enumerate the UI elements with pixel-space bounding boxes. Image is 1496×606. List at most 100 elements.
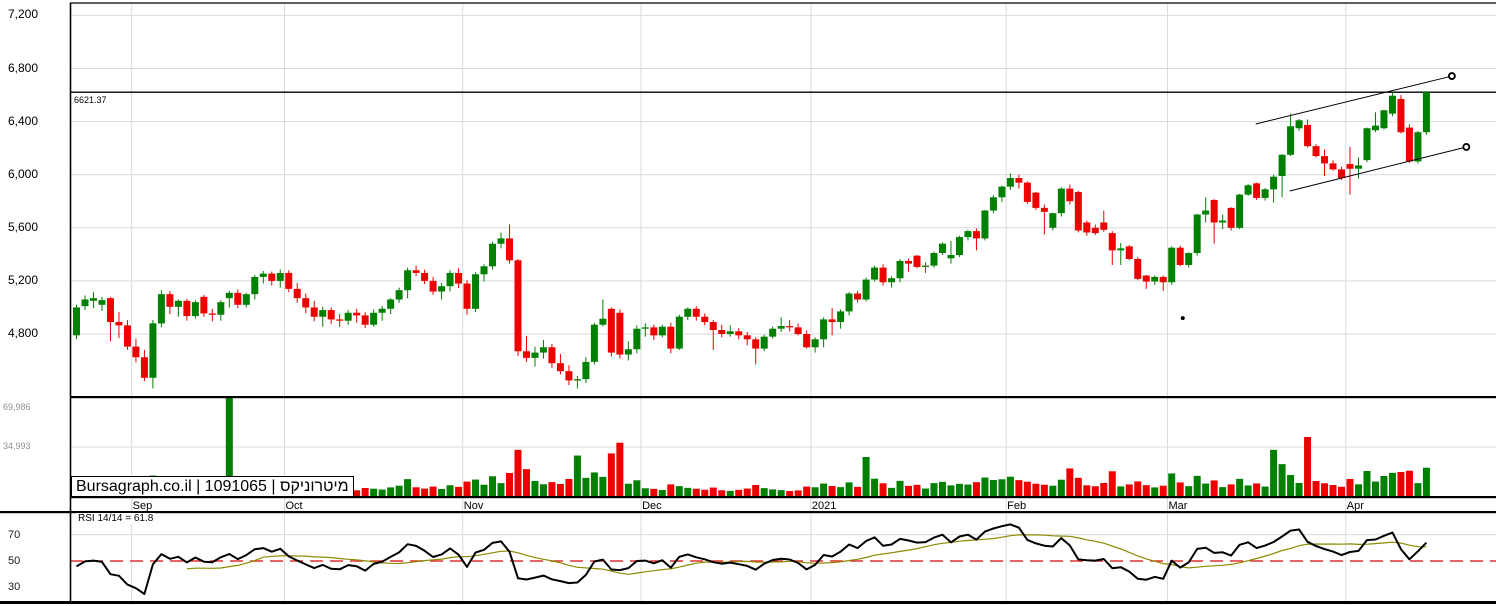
month-label: Mar: [1168, 500, 1188, 512]
candle-body: [489, 243, 497, 267]
volume-bar: [1244, 485, 1252, 497]
volume-bar: [1261, 486, 1269, 497]
volume-bar: [505, 472, 513, 497]
candle-body: [565, 371, 573, 381]
price-tick-label: 4,800: [8, 326, 39, 340]
candle-body: [573, 379, 581, 381]
candle-body: [845, 293, 853, 312]
candle-body: [684, 308, 692, 317]
candle-body: [1261, 189, 1269, 198]
volume-bar: [599, 476, 607, 497]
candle-body: [675, 316, 683, 349]
candle-body: [234, 292, 242, 305]
candle-body: [803, 334, 811, 348]
volume-bar: [879, 483, 887, 497]
candle-body: [735, 331, 743, 336]
volume-bar: [871, 478, 879, 497]
rsi-tick-label: 70: [8, 528, 21, 541]
candle-body: [361, 315, 369, 325]
volume-bar: [896, 480, 904, 497]
candle-body: [149, 323, 157, 378]
volume-bar: [1142, 485, 1150, 497]
candle-body: [505, 238, 513, 261]
last-price-label: 6621.37: [73, 95, 108, 105]
candle-body: [1066, 188, 1074, 202]
candle-body: [1049, 213, 1057, 228]
candle-body: [1253, 183, 1261, 198]
candle-body: [455, 272, 463, 284]
volume-bar: [1049, 485, 1057, 497]
candle-body: [1023, 182, 1031, 202]
volume-bar: [1295, 482, 1303, 497]
volume-bar: [955, 483, 963, 497]
candle-body: [1125, 246, 1133, 259]
volume-bar: [1346, 478, 1354, 497]
volume-bar: [1278, 464, 1286, 497]
trend-channel-upper-endpoint-marker: [1447, 72, 1456, 80]
candle-body: [132, 346, 140, 358]
candle-body: [421, 272, 429, 281]
candle-body: [888, 278, 896, 283]
candle-body: [1151, 276, 1159, 282]
volume-bar: [556, 483, 564, 497]
candle-body: [1346, 164, 1354, 169]
candle-body: [395, 290, 403, 300]
month-label: Apr: [1346, 500, 1364, 512]
month-label: 2021: [811, 500, 837, 512]
candle-body: [378, 308, 386, 313]
candle-body: [1397, 99, 1405, 133]
candle-body: [1295, 120, 1303, 129]
candle-body: [1202, 210, 1210, 215]
volume-bar: [913, 484, 921, 497]
stock-chart-page: 7,200 6,800 6,400 6,000 5,600 5,200 4,800 69,9…: [0, 0, 1496, 606]
volume-bar: [1074, 477, 1082, 497]
candle-body: [972, 231, 980, 239]
candle-body: [200, 296, 208, 314]
candle-body: [658, 326, 666, 336]
price-tick-label: 5,600: [8, 219, 39, 234]
volume-bar: [752, 484, 760, 497]
volume-bar: [1023, 481, 1031, 497]
price-tick-label: 7,200: [8, 7, 39, 22]
volume-bar: [718, 490, 726, 497]
trend-channel-upper: [1255, 75, 1452, 125]
candles-layer: [73, 91, 1430, 389]
volume-bar: [607, 453, 615, 497]
volume-bar: [1083, 485, 1091, 497]
candle-body: [514, 260, 522, 352]
volume-bar: [1006, 476, 1014, 497]
volume-bar: [1168, 473, 1176, 497]
candle-body: [327, 310, 335, 320]
candle-body: [1219, 220, 1227, 223]
volume-bar: [395, 485, 403, 497]
candle-body: [344, 312, 352, 321]
candle-body: [871, 267, 879, 280]
volume-bar: [675, 486, 683, 497]
candle-body: [913, 255, 921, 267]
candle-body: [1006, 178, 1014, 187]
candle-body: [752, 339, 760, 349]
volume-bar: [412, 487, 420, 497]
candle-body: [1134, 258, 1142, 279]
candle-body: [1321, 156, 1329, 164]
month-label: Dec: [642, 500, 662, 512]
volume-bar: [1219, 487, 1227, 497]
candle-body: [302, 298, 310, 308]
volume-bar: [1312, 480, 1320, 497]
candle-body: [667, 326, 675, 349]
candle-body: [472, 274, 480, 309]
volume-bar: [1287, 474, 1295, 497]
candle-body: [692, 308, 700, 317]
volume-bar: [446, 485, 454, 497]
candle-body: [285, 272, 293, 289]
volume-bar: [837, 487, 845, 497]
volume-bar: [438, 488, 446, 497]
volume-bar: [582, 477, 590, 497]
candle-body: [1176, 247, 1184, 265]
volume-bar: [658, 489, 666, 497]
candle-body: [1405, 127, 1413, 162]
volume-bar: [1397, 471, 1405, 497]
candle-body: [1057, 188, 1065, 214]
candle-body: [293, 288, 301, 299]
volume-bar: [684, 487, 692, 497]
